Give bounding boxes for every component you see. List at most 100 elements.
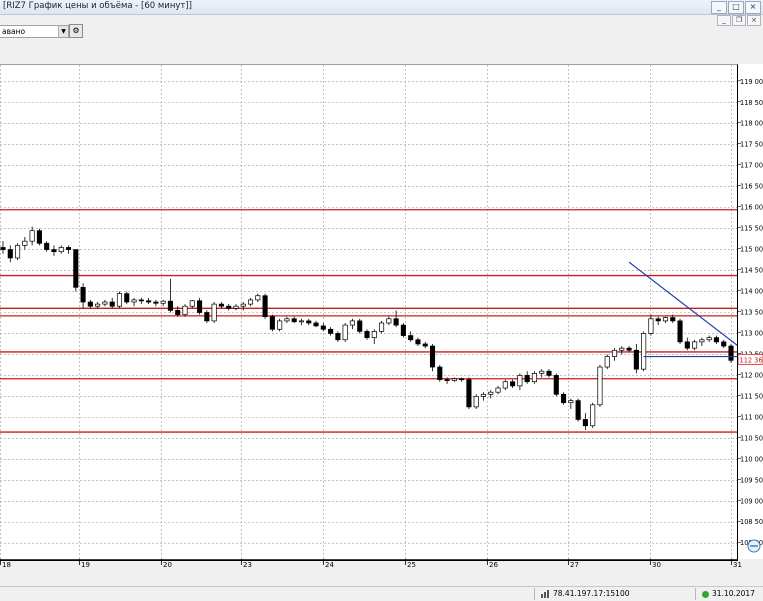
- candle: [336, 331, 340, 341]
- candle: [307, 319, 311, 325]
- minimize-button[interactable]: _: [711, 1, 727, 14]
- candle: [81, 283, 85, 308]
- window-controls: _ □ ×: [711, 1, 761, 14]
- candle-body: [685, 342, 689, 348]
- price-chart[interactable]: [0, 64, 738, 561]
- candle-body: [452, 379, 456, 381]
- candle: [569, 398, 573, 408]
- candle-body: [66, 247, 70, 249]
- candle: [510, 380, 514, 388]
- candle: [576, 398, 580, 421]
- candle-body: [729, 346, 733, 360]
- candle: [554, 373, 558, 396]
- candle: [583, 413, 587, 430]
- candle: [714, 336, 718, 344]
- candle-body: [168, 301, 172, 310]
- candle: [292, 317, 296, 323]
- candle: [59, 245, 63, 253]
- candle-body: [88, 302, 92, 306]
- candle-body: [241, 304, 245, 306]
- price-tick-label: 110 000: [740, 455, 763, 463]
- candle-body: [132, 300, 136, 302]
- candle-body: [605, 357, 609, 367]
- candle: [15, 243, 19, 260]
- candle-body: [285, 319, 289, 321]
- candle-body: [525, 375, 529, 381]
- price-tick-label: 109 500: [740, 476, 763, 484]
- candle: [467, 378, 471, 409]
- candle-body: [634, 350, 638, 369]
- time-tick-label: 31: [733, 561, 742, 569]
- candle-body: [620, 348, 624, 350]
- candle-body: [518, 375, 522, 385]
- price-tick-label: 114 000: [740, 288, 763, 296]
- candle: [285, 317, 289, 323]
- candle: [474, 394, 478, 409]
- candle-body: [219, 304, 223, 306]
- price-tick-label: 112 000: [740, 371, 763, 379]
- candle: [598, 365, 602, 407]
- candle: [365, 329, 369, 339]
- candle: [372, 329, 376, 344]
- chart-canvas[interactable]: [0, 65, 737, 560]
- candle-body: [74, 250, 78, 288]
- candle: [277, 319, 281, 332]
- candle-body: [474, 396, 478, 406]
- candle-body: [52, 250, 56, 252]
- candle: [197, 298, 201, 315]
- candle: [219, 302, 223, 308]
- candle-body: [37, 231, 41, 244]
- candle: [343, 323, 347, 342]
- candle: [641, 331, 645, 371]
- candle-body: [598, 367, 602, 405]
- price-tick-label: 116 000: [740, 204, 763, 212]
- candle-body: [1, 247, 5, 249]
- chart-settings-icon[interactable]: ⚙: [69, 24, 83, 38]
- candle: [146, 298, 150, 304]
- candle-body: [561, 394, 565, 402]
- candle-body: [154, 302, 158, 303]
- candle: [37, 229, 41, 246]
- candle-body: [649, 319, 653, 334]
- status-separator: [534, 588, 535, 600]
- candle: [358, 319, 362, 334]
- interval-select[interactable]: авано ▼: [0, 25, 69, 38]
- candle: [707, 336, 711, 342]
- time-tick-label: 24: [325, 561, 334, 569]
- price-scale-canvas: 108 000108 500109 000109 500110 000110 5…: [738, 64, 763, 559]
- candle: [408, 331, 412, 341]
- candle-body: [205, 313, 209, 321]
- candle-body: [307, 321, 311, 323]
- candle-body: [183, 306, 187, 314]
- candle: [423, 342, 427, 348]
- maximize-button[interactable]: □: [728, 1, 744, 14]
- price-scale[interactable]: 108 000108 500109 000109 500110 000110 5…: [738, 64, 763, 559]
- candle: [656, 317, 660, 325]
- window-titlebar[interactable]: [RIZ7 График цены и объёма - [60 минут]]…: [0, 0, 763, 15]
- candle: [540, 369, 544, 377]
- price-tick-label: 109 000: [740, 497, 763, 505]
- scroll-end-icon: [748, 540, 760, 552]
- candle-body: [671, 318, 675, 321]
- candle: [110, 298, 114, 308]
- candle: [212, 302, 216, 323]
- chevron-down-icon[interactable]: ▼: [58, 26, 68, 37]
- candle-body: [641, 333, 645, 369]
- candle: [168, 279, 172, 313]
- candle: [525, 371, 529, 384]
- close-button[interactable]: ×: [745, 1, 761, 14]
- candle: [30, 227, 34, 246]
- time-tick-label: 19: [81, 561, 90, 569]
- candle: [270, 315, 274, 332]
- price-tick-label: 118 500: [740, 99, 763, 107]
- candle-body: [365, 331, 369, 337]
- candle: [481, 392, 485, 400]
- candle-body: [314, 323, 318, 326]
- candle-body: [678, 321, 682, 342]
- candle: [74, 250, 78, 292]
- candle-body: [30, 231, 34, 241]
- candle: [379, 321, 383, 334]
- candle-body: [416, 340, 420, 344]
- candle-body: [590, 405, 594, 426]
- candle: [394, 310, 398, 327]
